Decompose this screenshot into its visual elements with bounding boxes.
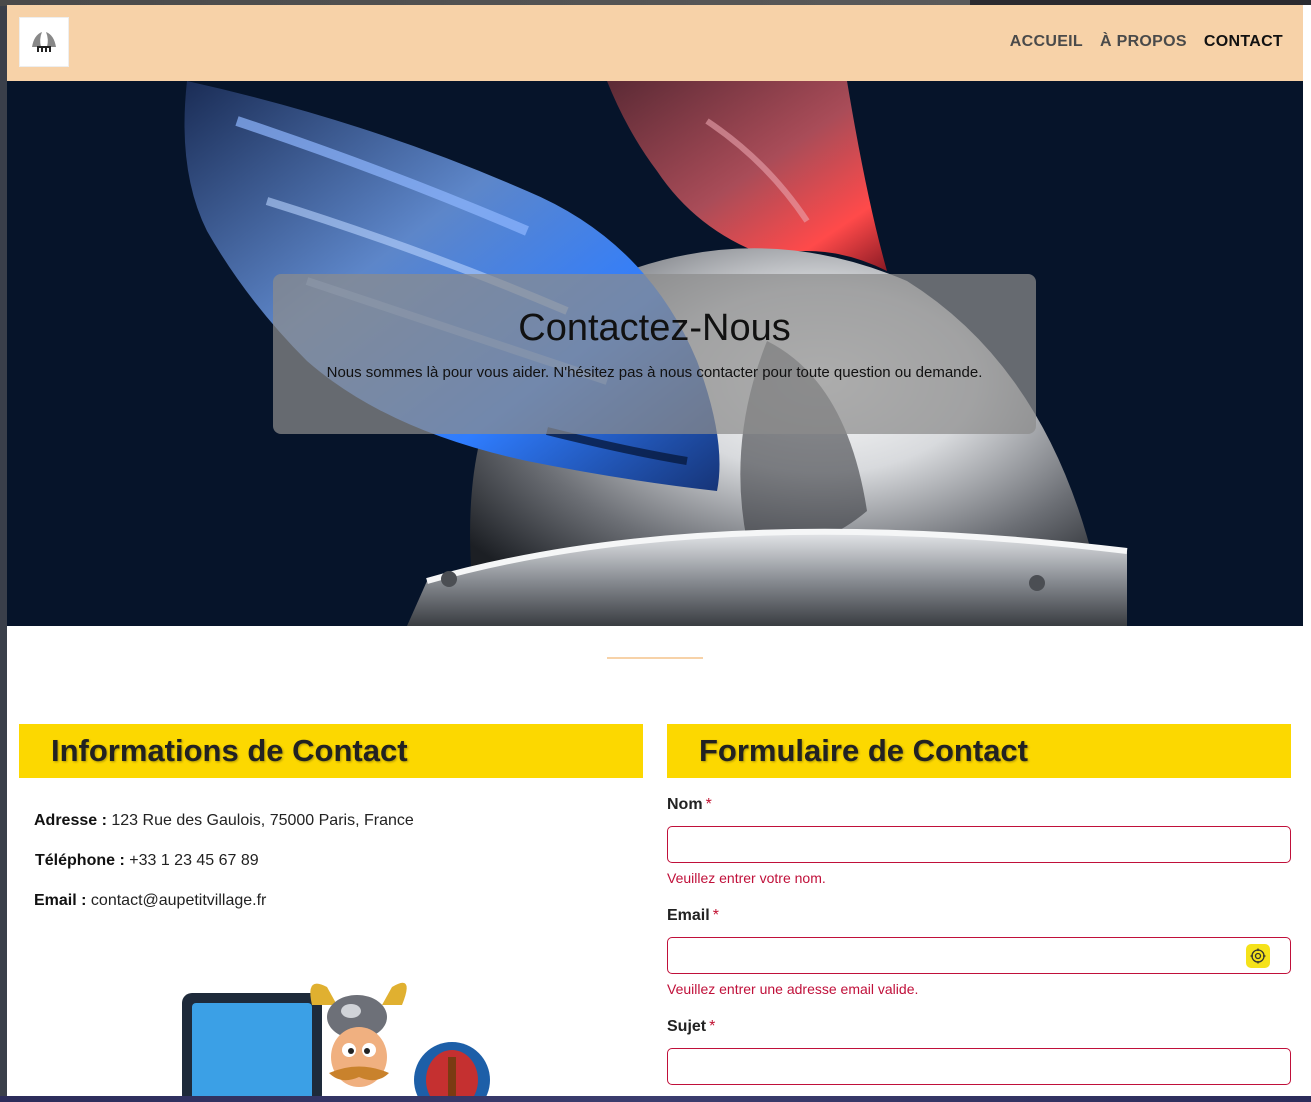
navbar: ACCUEIL À PROPOS CONTACT (7, 5, 1303, 81)
page-title: Contactez-Nous (518, 307, 791, 349)
logo[interactable] (19, 17, 69, 67)
subject-label-text: Sujet (667, 1018, 707, 1035)
nav-a-propos[interactable]: À PROPOS (1100, 33, 1187, 51)
name-label: Nom * (667, 796, 712, 814)
email-label-text: Email (667, 907, 710, 924)
page: ACCUEIL À PROPOS CONTACT Contactez-Nous … (7, 5, 1303, 1097)
scroll-gutter (1303, 5, 1311, 1097)
main-nav: ACCUEIL À PROPOS CONTACT (1010, 33, 1283, 51)
phone-line: Téléphone : +33 1 23 45 67 89 (35, 852, 259, 870)
required-marker: * (712, 907, 719, 924)
email-error: Veuillez entrer une adresse email valide… (667, 981, 919, 997)
subject-input[interactable] (667, 1048, 1291, 1085)
nav-accueil[interactable]: ACCUEIL (1010, 33, 1083, 51)
taskbar-strip (0, 1096, 1311, 1102)
gaulois-illustration (182, 982, 490, 1097)
nav-contact[interactable]: CONTACT (1204, 33, 1283, 51)
subject-label: Sujet * (667, 1018, 715, 1036)
required-marker: * (705, 796, 712, 813)
autofill-icon[interactable] (1246, 944, 1270, 968)
email-label: Email : (34, 892, 87, 909)
target-icon (1250, 948, 1266, 964)
email-value[interactable]: contact@aupetitvillage.fr (91, 892, 266, 909)
email-input[interactable] (667, 937, 1291, 974)
name-input[interactable] (667, 826, 1291, 863)
name-error: Veuillez entrer votre nom. (667, 870, 826, 886)
required-marker: * (709, 1018, 716, 1035)
address-line: Adresse : 123 Rue des Gaulois, 75000 Par… (34, 812, 414, 830)
email-label-form: Email * (667, 907, 719, 925)
hero-card: Contactez-Nous Nous sommes là pour vous … (273, 274, 1036, 434)
winged-helmet-logo-icon (32, 32, 56, 52)
hero-banner: Contactez-Nous Nous sommes là pour vous … (7, 81, 1303, 626)
form-section-title: Formulaire de Contact (667, 724, 1291, 778)
address-label: Adresse : (34, 812, 107, 829)
email-line: Email : contact@aupetitvillage.fr (34, 892, 266, 910)
phone-value[interactable]: +33 1 23 45 67 89 (129, 852, 258, 869)
address-value: 123 Rue des Gaulois, 75000 Paris, France (111, 812, 414, 829)
info-section-title: Informations de Contact (19, 724, 643, 778)
section-divider (607, 657, 703, 659)
hero-subtitle: Nous sommes là pour vous aider. N'hésite… (326, 364, 983, 381)
name-label-text: Nom (667, 796, 703, 813)
phone-label: Téléphone : (35, 852, 125, 869)
